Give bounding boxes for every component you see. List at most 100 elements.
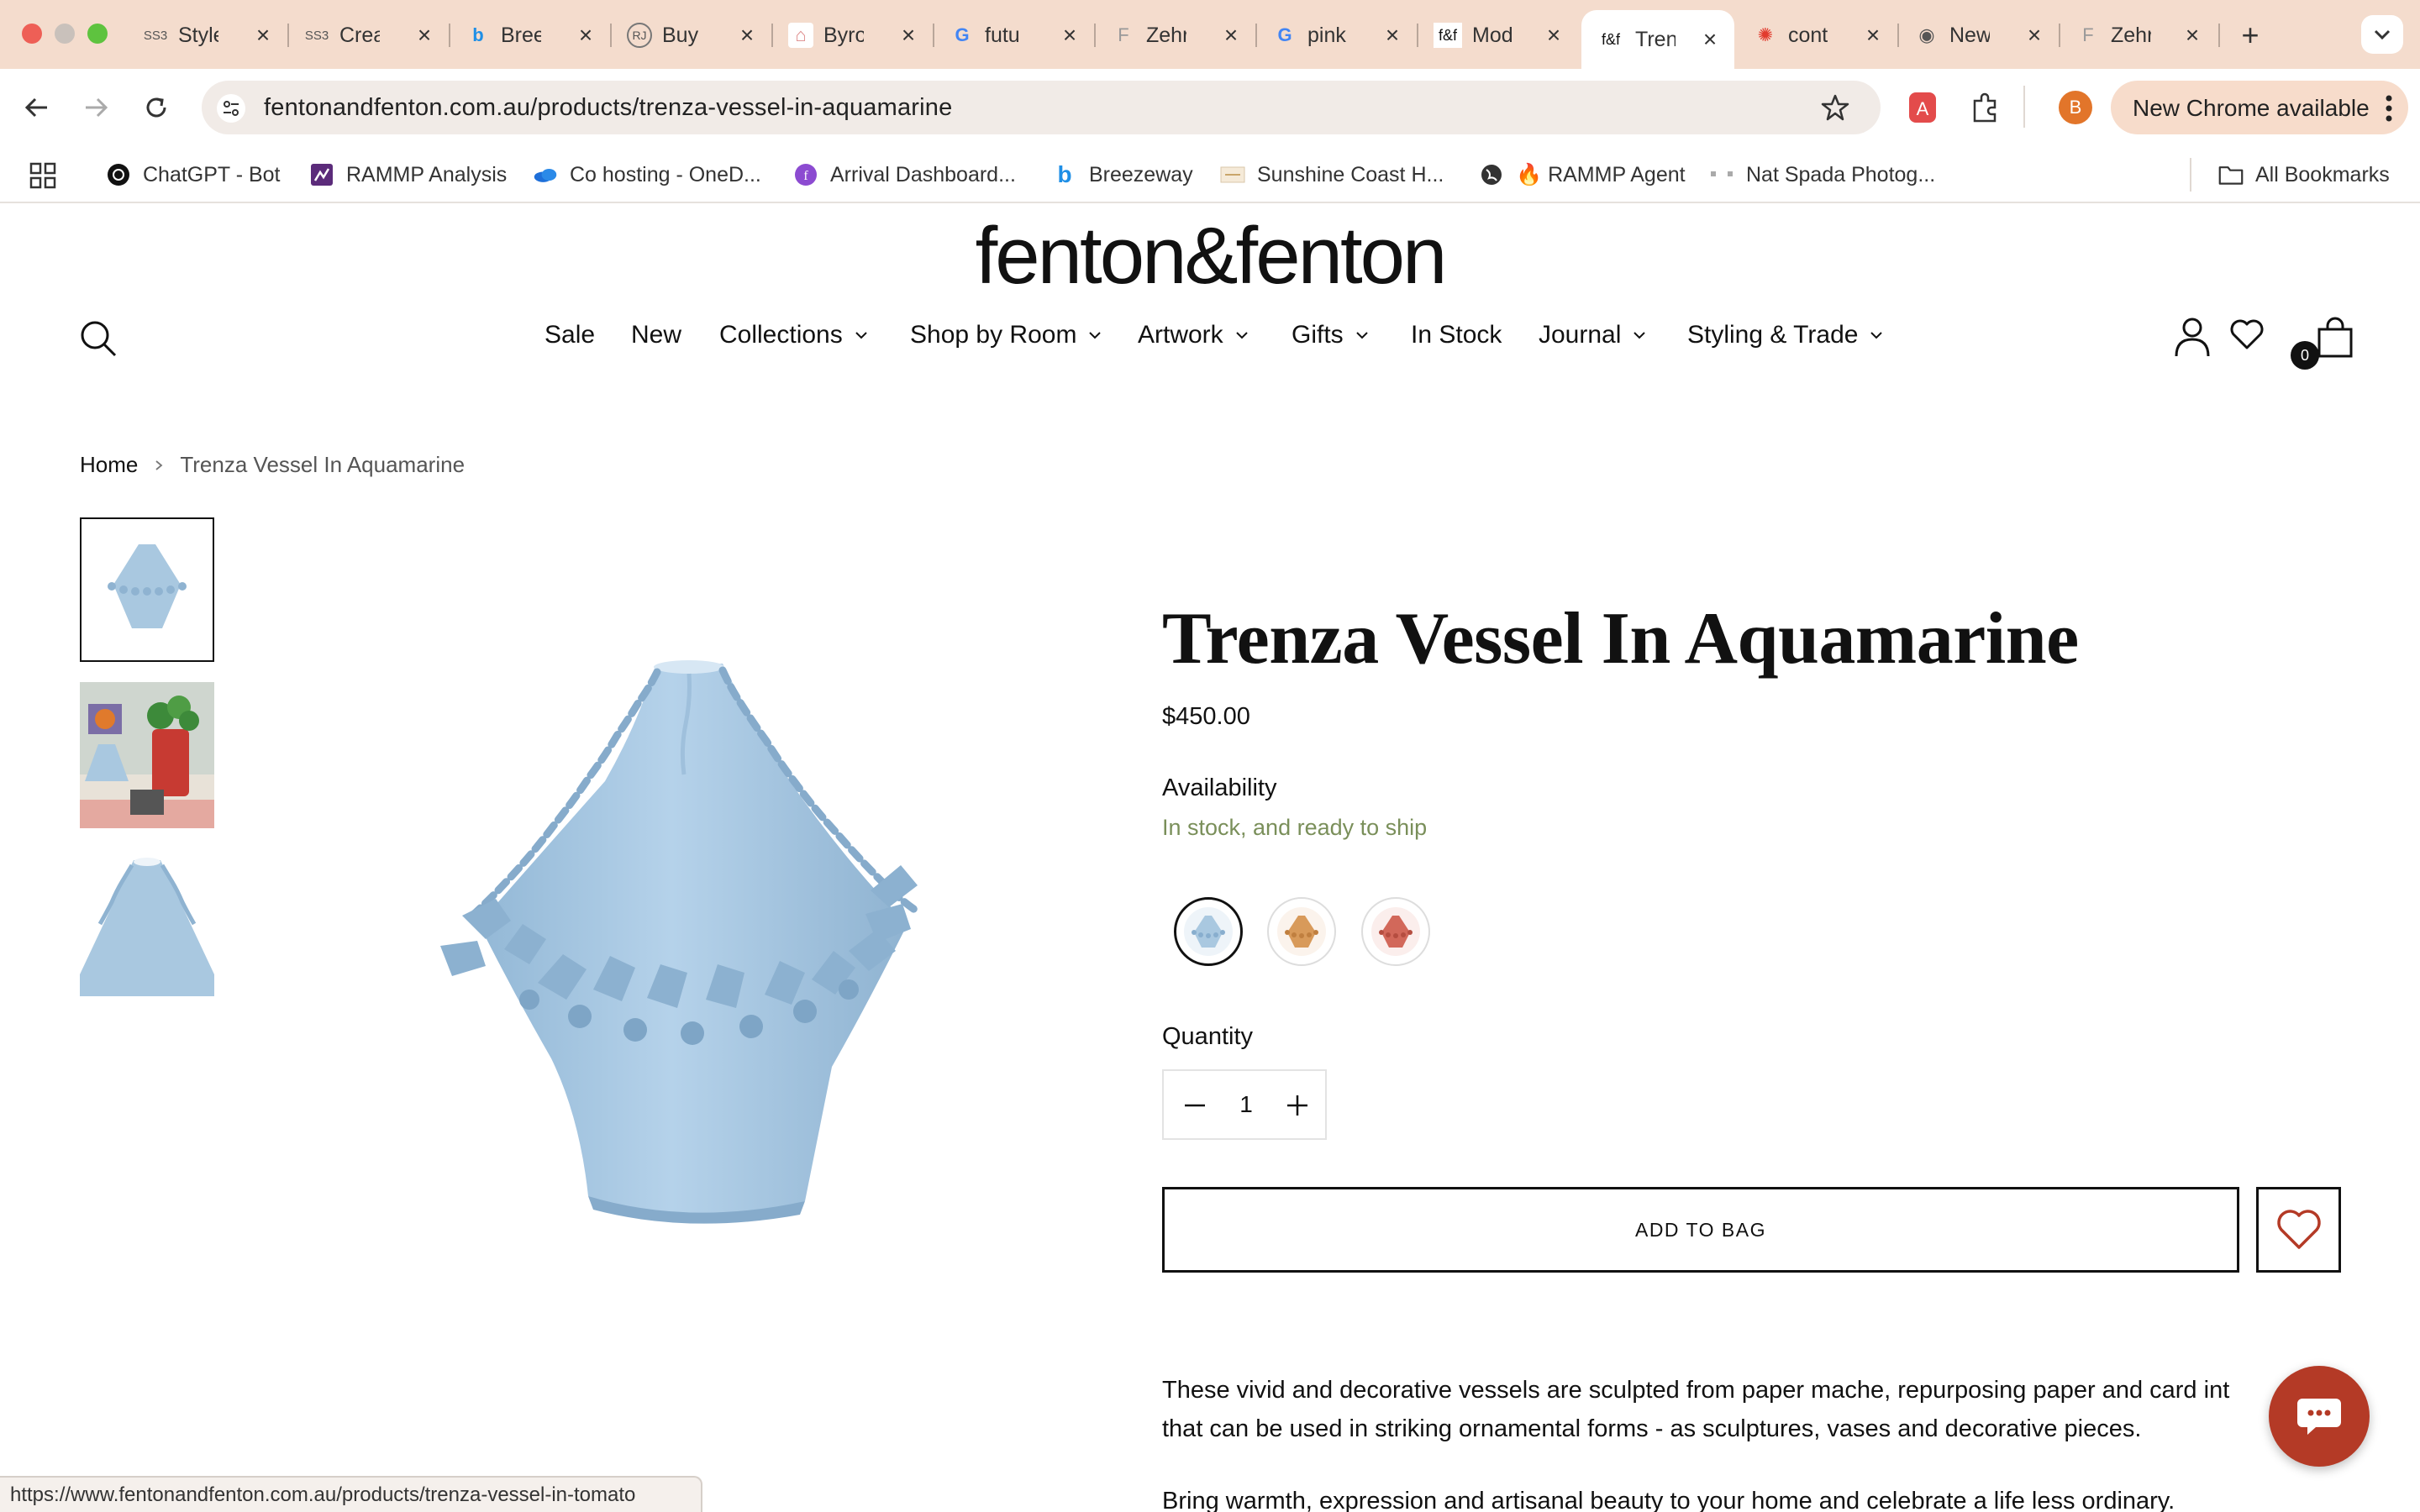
bookmark-item[interactable]: Sunshine Coast H... bbox=[1220, 160, 1444, 190]
browser-toolbar: fentonandfenton.com.au/products/trenza-v… bbox=[0, 69, 2420, 146]
site-logo[interactable]: fenton&fenton bbox=[975, 210, 1448, 302]
chrome-update-button[interactable]: New Chrome available bbox=[2111, 81, 2408, 134]
tab-close-icon[interactable]: × bbox=[2022, 22, 2047, 49]
bookmark-item[interactable]: Nat Spada Photog... bbox=[1709, 160, 1935, 190]
address-bar[interactable]: fentonandfenton.com.au/products/trenza-v… bbox=[202, 81, 1881, 134]
tab-favicon-icon: F bbox=[1118, 24, 1129, 45]
breadcrumb-home-link[interactable]: Home bbox=[80, 452, 138, 478]
swatch-aquamarine[interactable] bbox=[1174, 897, 1243, 966]
nav-styling-trade[interactable]: Styling & Trade bbox=[1687, 321, 1883, 349]
bookmark-item[interactable]: f Arrival Dashboard... bbox=[793, 160, 1016, 190]
bookmark-item[interactable]: RAMMP Analysis bbox=[309, 160, 507, 190]
browser-tab[interactable]: F Zehr × bbox=[2060, 12, 2217, 59]
tab-title: Zehr bbox=[1146, 23, 1186, 47]
vessel-thumbnail-image bbox=[82, 519, 213, 660]
account-icon[interactable] bbox=[2173, 316, 2212, 358]
new-tab-plus-icon[interactable]: + bbox=[2232, 17, 2269, 54]
browser-tab[interactable]: SS3 Crea × bbox=[289, 12, 449, 59]
tab-title: pink bbox=[1307, 23, 1346, 47]
nav-journal[interactable]: Journal bbox=[1539, 321, 1646, 349]
tab-close-icon[interactable]: × bbox=[734, 22, 760, 49]
product-thumbnail[interactable] bbox=[80, 682, 214, 828]
decrease-quantity-button[interactable] bbox=[1182, 1093, 1207, 1118]
browser-tab[interactable]: f&f Mod × bbox=[1418, 12, 1578, 59]
bookmark-item[interactable]: Co hosting - OneD... bbox=[533, 160, 761, 190]
reload-icon bbox=[146, 97, 166, 118]
lifestyle-thumbnail-image bbox=[80, 682, 214, 828]
bookmark-star-icon[interactable] bbox=[1820, 92, 1850, 123]
tab-close-icon[interactable]: × bbox=[896, 22, 921, 49]
availability-status: In stock, and ready to ship bbox=[1162, 815, 1428, 840]
tab-favicon-icon: G bbox=[1277, 24, 1292, 45]
browser-tab-active[interactable]: f&f Tren × bbox=[1581, 10, 1734, 69]
back-button[interactable] bbox=[18, 89, 55, 126]
minus-icon bbox=[1185, 1104, 1205, 1107]
nav-shop-by-room[interactable]: Shop by Room bbox=[910, 321, 1102, 349]
globe-icon bbox=[1479, 162, 1504, 187]
profile-avatar[interactable]: B bbox=[2059, 91, 2092, 124]
nav-new[interactable]: New bbox=[631, 321, 681, 349]
browser-tab[interactable]: ◉ New × bbox=[1899, 12, 2059, 59]
bookmark-item[interactable]: 🔥 RAMMP Agent bbox=[1479, 160, 1686, 190]
forward-button[interactable] bbox=[77, 89, 114, 126]
close-window-button[interactable] bbox=[22, 24, 42, 44]
tab-close-icon[interactable]: × bbox=[573, 22, 598, 49]
tab-favicon-icon: RJ bbox=[627, 23, 652, 48]
browser-tab[interactable]: G futu × bbox=[934, 12, 1094, 59]
extensions-puzzle-icon[interactable] bbox=[1968, 91, 2002, 124]
tab-close-icon[interactable]: × bbox=[1541, 22, 1566, 49]
quantity-label: Quantity bbox=[1162, 1023, 1253, 1050]
browser-tab[interactable]: ⌂ Byro × bbox=[773, 12, 933, 59]
quantity-input[interactable]: 1 bbox=[1234, 1091, 1258, 1118]
nav-gifts[interactable]: Gifts bbox=[1292, 321, 1369, 349]
nav-sale[interactable]: Sale bbox=[544, 321, 595, 349]
chevron-down-icon bbox=[1634, 332, 1646, 339]
tab-close-icon[interactable]: × bbox=[1218, 22, 1244, 49]
browser-tab[interactable]: F Zehr × bbox=[1096, 12, 1255, 59]
browser-tab[interactable]: b Bree × bbox=[450, 12, 610, 59]
tab-close-icon[interactable]: × bbox=[412, 22, 437, 49]
product-thumbnail[interactable] bbox=[80, 848, 214, 996]
tab-close-icon[interactable]: × bbox=[2180, 22, 2205, 49]
product-thumbnail[interactable] bbox=[80, 517, 214, 662]
tab-close-icon[interactable]: × bbox=[1697, 26, 1723, 53]
tab-title: Zehr bbox=[2111, 23, 2151, 47]
product-main-image[interactable] bbox=[395, 647, 933, 1235]
nav-label: Collections bbox=[719, 321, 843, 349]
extension-icon[interactable]: A bbox=[1906, 89, 1939, 126]
nav-collections[interactable]: Collections bbox=[719, 321, 868, 349]
bookmark-item[interactable]: ChatGPT - Bot bbox=[106, 160, 281, 190]
swatch-ochre[interactable] bbox=[1267, 897, 1336, 966]
zoom-window-button[interactable] bbox=[87, 24, 108, 44]
tab-close-icon[interactable]: × bbox=[1380, 22, 1405, 49]
wishlist-heart-icon[interactable] bbox=[2228, 318, 2265, 351]
tab-close-icon[interactable]: × bbox=[250, 22, 276, 49]
arrival-icon: f bbox=[793, 162, 818, 187]
reload-button[interactable] bbox=[138, 89, 175, 126]
increase-quantity-button[interactable] bbox=[1285, 1093, 1310, 1118]
add-to-wishlist-button[interactable] bbox=[2256, 1187, 2341, 1273]
nav-label: Artwork bbox=[1138, 321, 1223, 349]
toolbar-divider bbox=[2023, 86, 2025, 128]
nav-artwork[interactable]: Artwork bbox=[1138, 321, 1249, 349]
tab-close-icon[interactable]: × bbox=[1860, 22, 1886, 49]
site-info-icon[interactable] bbox=[217, 94, 245, 123]
browser-tab[interactable]: SS3 Style × bbox=[128, 12, 287, 59]
browser-tab[interactable]: ✺ cont × bbox=[1738, 12, 1897, 59]
browser-tab[interactable]: RJ Buy × bbox=[612, 12, 771, 59]
live-chat-button[interactable] bbox=[2269, 1366, 2370, 1467]
minimize-window-button[interactable] bbox=[55, 24, 75, 44]
all-bookmarks-folder[interactable]: All Bookmarks bbox=[2218, 160, 2390, 190]
browser-tab[interactable]: G pink × bbox=[1257, 12, 1417, 59]
bookmark-item[interactable]: b Breezeway bbox=[1052, 160, 1192, 190]
tab-close-icon[interactable]: × bbox=[1057, 22, 1082, 49]
apps-grid-icon[interactable] bbox=[29, 161, 57, 190]
arrow-left-icon bbox=[24, 97, 47, 118]
add-to-bag-button[interactable]: ADD TO BAG bbox=[1162, 1187, 2239, 1273]
cart-bag-icon[interactable] bbox=[2316, 316, 2354, 360]
url-text[interactable]: fentonandfenton.com.au/products/trenza-v… bbox=[264, 94, 952, 122]
swatch-tomato[interactable] bbox=[1361, 897, 1430, 966]
tab-search-button[interactable] bbox=[2361, 15, 2403, 54]
search-icon[interactable] bbox=[79, 319, 118, 358]
nav-in-stock[interactable]: In Stock bbox=[1411, 321, 1502, 349]
